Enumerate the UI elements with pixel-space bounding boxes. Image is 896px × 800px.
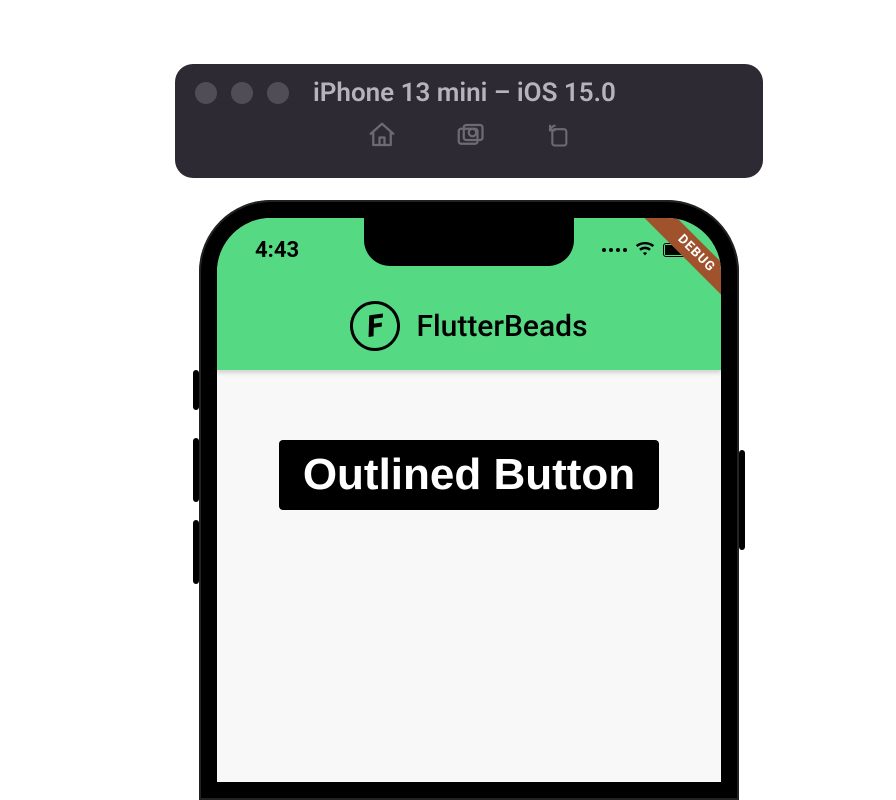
simulator-title: iPhone 13 mini – iOS 15.0 <box>313 78 616 108</box>
wifi-icon <box>635 240 655 260</box>
simulator-toolbar: iPhone 13 mini – iOS 15.0 <box>175 64 763 178</box>
app-body: Outlined Button <box>217 370 721 782</box>
home-icon[interactable] <box>367 120 397 150</box>
toolbar-top-row: iPhone 13 mini – iOS 15.0 <box>195 78 743 108</box>
volume-down-button <box>193 520 199 584</box>
signal-icon <box>602 248 627 252</box>
power-button <box>739 450 745 550</box>
close-window-dot[interactable] <box>195 82 217 104</box>
status-time: 4:43 <box>255 238 299 263</box>
app-title: FlutterBeads <box>416 309 587 344</box>
rotate-icon[interactable] <box>543 121 571 149</box>
app-logo-icon: F <box>347 298 403 354</box>
zoom-window-dot[interactable] <box>267 82 289 104</box>
outlined-button[interactable]: Outlined Button <box>279 440 659 510</box>
minimize-window-dot[interactable] <box>231 82 253 104</box>
phone-frame: DEBUG 4:43 <box>199 200 739 800</box>
phone-screen: DEBUG 4:43 <box>217 218 721 782</box>
toolbar-icon-row <box>195 120 743 150</box>
volume-up-button <box>193 438 199 502</box>
app-bar: F FlutterBeads <box>217 282 721 370</box>
screenshot-icon[interactable] <box>455 120 485 150</box>
mute-switch <box>193 370 199 410</box>
window-traffic-lights <box>195 82 289 104</box>
notch <box>364 218 574 266</box>
